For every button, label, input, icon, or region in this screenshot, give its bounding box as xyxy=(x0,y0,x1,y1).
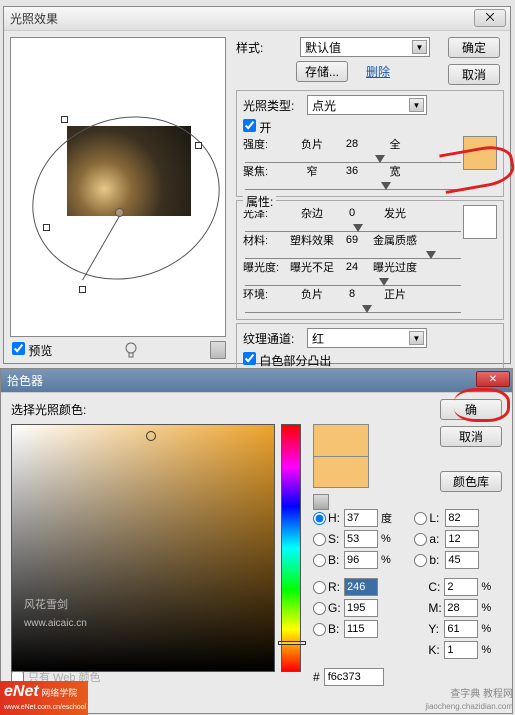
hue-input-row[interactable]: H:度 xyxy=(313,509,397,527)
properties-fieldset: 属性: 光泽:杂边0发光 材料:塑料效果69金属质感 曝光度:曝光不足24曝光过… xyxy=(236,200,504,320)
hue-input[interactable] xyxy=(344,509,378,527)
style-label: 样式: xyxy=(236,39,296,56)
m-input-row: M:% xyxy=(414,599,497,617)
close-button[interactable]: ✕ xyxy=(476,371,510,387)
light-ellipse[interactable] xyxy=(11,93,241,304)
hue-cursor[interactable] xyxy=(278,641,306,645)
watermark-url: www.aicaic.cn xyxy=(24,618,87,629)
chevron-down-icon: ▼ xyxy=(409,98,424,112)
lab-b-radio[interactable] xyxy=(414,554,427,567)
sat-input[interactable] xyxy=(344,530,378,548)
light-type-label: 光照类型: xyxy=(243,97,303,114)
b-input[interactable] xyxy=(344,620,378,638)
m-input[interactable] xyxy=(444,599,478,617)
light-type-dropdown[interactable]: 点光▼ xyxy=(307,95,427,115)
watermark-text: 风花雪剑 xyxy=(24,596,68,612)
g-input-row[interactable]: G: xyxy=(313,599,397,617)
ok-button[interactable]: 确 xyxy=(440,399,502,420)
color-picker-dialog: 拾色器 ✕ 选择光照颜色: 确 取消 颜色库 xyxy=(0,368,513,714)
hue-radio[interactable] xyxy=(313,512,326,525)
lab-b-input-row[interactable]: b: xyxy=(414,551,497,569)
lightbulb-icon[interactable] xyxy=(122,341,140,359)
old-color-swatch[interactable] xyxy=(313,456,369,488)
k-input-row: K:% xyxy=(414,641,497,659)
r-input[interactable] xyxy=(344,578,378,596)
white-high-label[interactable]: 白色部分凸出 xyxy=(243,354,331,368)
a-radio[interactable] xyxy=(414,533,427,546)
light-enable-label[interactable]: 开 xyxy=(243,121,271,135)
ellipse-handle[interactable] xyxy=(61,116,68,123)
chazidian-watermark: 查字典 教程网 jiaocheng.chazidian.com xyxy=(425,689,513,713)
y-input[interactable] xyxy=(444,620,478,638)
picker-subtitle: 选择光照颜色: xyxy=(11,401,504,418)
b-radio[interactable] xyxy=(313,623,326,636)
bri-input-row[interactable]: B:% xyxy=(313,551,397,569)
light-color-swatch[interactable] xyxy=(463,136,497,170)
style-dropdown[interactable]: 默认值▼ xyxy=(300,37,430,57)
close-icon: ⨉ xyxy=(486,12,495,25)
picker-title: 拾色器 xyxy=(7,372,43,389)
white-high-checkbox[interactable] xyxy=(243,352,256,365)
picker-titlebar[interactable]: 拾色器 ✕ xyxy=(1,369,512,393)
r-radio[interactable] xyxy=(313,581,326,594)
hex-input-row[interactable]: # xyxy=(313,668,497,686)
ok-button[interactable]: 确定 xyxy=(448,37,500,58)
a-input-row[interactable]: a: xyxy=(414,530,497,548)
lighting-title: 光照效果 xyxy=(10,10,58,27)
bri-input[interactable] xyxy=(344,551,378,569)
cancel-button[interactable]: 取消 xyxy=(440,426,502,447)
intensity-slider[interactable]: 强度: 负片 28 全 xyxy=(243,136,463,152)
hue-slider[interactable] xyxy=(281,424,301,672)
hex-input[interactable] xyxy=(324,668,384,686)
exposure-slider[interactable]: 曝光度:曝光不足24曝光过度 xyxy=(243,259,463,275)
lighting-titlebar[interactable]: 光照效果 ⨉ xyxy=(4,7,510,31)
ellipse-handle[interactable] xyxy=(79,286,86,293)
color-preview-swatches xyxy=(313,424,369,488)
bri-radio[interactable] xyxy=(313,554,326,567)
gamut-warning-icon[interactable] xyxy=(313,494,329,510)
l-input[interactable] xyxy=(445,509,479,527)
light-enable-checkbox[interactable] xyxy=(243,119,256,132)
l-radio[interactable] xyxy=(414,512,427,525)
material-slider[interactable]: 材料:塑料效果69金属质感 xyxy=(243,232,463,248)
c-input[interactable] xyxy=(444,578,478,596)
light-preview[interactable] xyxy=(10,37,226,337)
b-input-row[interactable]: B: xyxy=(313,620,397,638)
trash-icon[interactable] xyxy=(210,341,226,359)
texture-channel-dropdown[interactable]: 红▼ xyxy=(307,328,427,348)
color-library-button[interactable]: 颜色库 xyxy=(440,471,502,492)
chevron-down-icon: ▼ xyxy=(412,40,427,54)
sat-input-row[interactable]: S:% xyxy=(313,530,397,548)
saturation-box[interactable] xyxy=(11,424,275,672)
saturation-cursor[interactable] xyxy=(146,431,156,441)
cancel-button[interactable]: 取消 xyxy=(448,64,500,85)
g-input[interactable] xyxy=(344,599,378,617)
texture-channel-label: 纹理通道: xyxy=(243,330,303,347)
save-style-button[interactable]: 存储... xyxy=(296,61,348,82)
preview-checkbox-label[interactable]: 预览 xyxy=(12,342,52,359)
ambient-color-swatch[interactable] xyxy=(463,205,497,239)
l-input-row[interactable]: L: xyxy=(414,509,497,527)
y-input-row: Y:% xyxy=(414,620,497,638)
enet-watermark: eNet 网络学院 www.eNet.com.cn/eschool xyxy=(0,681,88,715)
g-radio[interactable] xyxy=(313,602,326,615)
close-icon: ✕ xyxy=(489,374,497,385)
a-input[interactable] xyxy=(445,530,479,548)
chevron-down-icon: ▼ xyxy=(409,331,424,345)
ellipse-handle[interactable] xyxy=(43,224,50,231)
sat-radio[interactable] xyxy=(313,533,326,546)
r-input-row[interactable]: R: xyxy=(313,578,397,596)
delete-style-button[interactable]: 删除 xyxy=(352,61,404,82)
ellipse-handle[interactable] xyxy=(195,142,202,149)
focus-slider[interactable]: 聚焦: 窄 36 宽 xyxy=(243,163,463,179)
k-input[interactable] xyxy=(444,641,478,659)
lab-b-input[interactable] xyxy=(445,551,479,569)
ambience-slider[interactable]: 环境:负片8正片 xyxy=(243,286,463,302)
close-button[interactable]: ⨉ xyxy=(474,9,506,27)
lighting-effects-dialog: 光照效果 ⨉ 预览 样式: 默认值▼ xyxy=(3,6,511,364)
c-input-row: C:% xyxy=(414,578,497,596)
preview-checkbox[interactable] xyxy=(12,342,25,355)
new-color-swatch[interactable] xyxy=(313,424,369,456)
light-type-fieldset: 光照类型: 点光▼ 开 强度: 负片 28 全 聚焦: xyxy=(236,90,504,197)
